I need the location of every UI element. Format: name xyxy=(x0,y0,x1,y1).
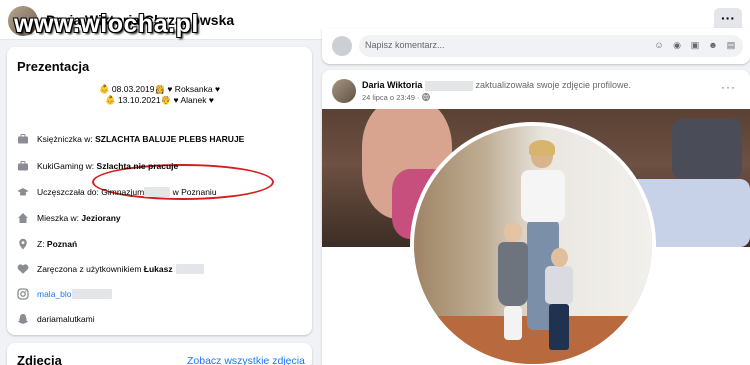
redacted-blur xyxy=(175,264,204,274)
instagram-icon xyxy=(17,288,29,300)
redacted-blur xyxy=(424,80,473,91)
comment-placeholder: Napisz komentarz... xyxy=(365,40,445,50)
post-time[interactable]: 24 lipca o 23:49 · xyxy=(362,93,420,102)
intro-item-prefix: Mieszka w: xyxy=(37,213,82,223)
intro-item-from: Z: Poznań xyxy=(17,237,77,251)
intro-item-education: Uczęszczała do: Gimnazjum w Poznaniu xyxy=(17,185,217,199)
redacted-blur xyxy=(144,187,171,197)
intro-item-prefix: Z: xyxy=(37,239,47,249)
location-pin-icon xyxy=(17,238,29,250)
intro-title: Prezentacja xyxy=(17,59,90,74)
photos-card: Zdjęcia Zobacz wszystkie zdjęcia xyxy=(7,343,312,365)
post-card: Daria Wiktoria zaktualizowała swoje zdję… xyxy=(322,70,750,365)
post-author-avatar[interactable] xyxy=(332,79,356,103)
post-timestamp: 24 lipca o 23:49 · xyxy=(362,93,430,102)
intro-item-prefix: KukiGaming w: xyxy=(37,161,97,171)
photo-person xyxy=(544,248,574,352)
home-icon xyxy=(17,212,29,224)
intro-item-prefix: Uczęszczała do: Gimnazjum xyxy=(37,187,145,197)
bio-line: 👶 08.03.2019👸 ♥ Roksanka ♥ xyxy=(98,84,221,94)
comment-bar: Napisz komentarz... ☺ ◉ ▣ ☻ ▤ xyxy=(322,28,750,64)
sticker-icon[interactable]: ☺ xyxy=(653,39,665,51)
graduation-cap-icon xyxy=(17,186,29,198)
site-watermark: www.wiocha.pl xyxy=(14,10,199,38)
post-action-text: zaktualizowała swoje zdjęcie profilowe. xyxy=(475,80,632,90)
commenter-avatar xyxy=(332,36,352,56)
intro-item-suffix: w Poznaniu xyxy=(170,187,217,197)
intro-item-snapchat: dariamalutkami xyxy=(17,312,95,326)
emoji-icon[interactable]: ☻ xyxy=(707,39,719,51)
photo-person xyxy=(496,222,530,342)
intro-item-instagram: mala_blo xyxy=(17,287,112,301)
snapchat-icon xyxy=(17,313,29,325)
intro-item-prefix: Zaręczona z użytkownikiem xyxy=(37,264,144,274)
briefcase-icon xyxy=(17,133,29,145)
post-header: Daria Wiktoria zaktualizowała swoje zdję… xyxy=(362,80,631,91)
intro-card: Prezentacja 👶 08.03.2019👸 ♥ Roksanka ♥ 👶… xyxy=(7,47,312,335)
comment-input[interactable]: Napisz komentarz... ☺ ◉ ▣ ☻ ▤ xyxy=(359,35,743,57)
intro-item-prefix: dariamalutkami xyxy=(37,314,95,324)
bio-line: 👶 13.10.2021🤴 ♥ Alanek ♥ xyxy=(105,95,214,105)
photos-title: Zdjęcia xyxy=(17,353,62,365)
intro-item-relationship: Zaręczona z użytkownikiem Łukasz xyxy=(17,262,204,276)
heart-icon xyxy=(17,263,29,275)
post-more-button[interactable]: ··· xyxy=(721,80,736,94)
see-all-photos-link[interactable]: Zobacz wszystkie zdjęcia xyxy=(187,355,305,365)
post-author-name[interactable]: Daria Wiktoria xyxy=(362,80,422,90)
profile-photo[interactable] xyxy=(410,122,656,365)
comment-tools: ☺ ◉ ▣ ☻ ▤ xyxy=(653,39,737,51)
camera-icon[interactable]: ◉ xyxy=(671,39,683,51)
intro-item-prefix: Księżniczka w: xyxy=(37,134,96,144)
intro-item-value[interactable]: Szlachta nie pracuje xyxy=(97,161,179,171)
instagram-link[interactable]: mala_blo xyxy=(37,289,72,299)
intro-item-lives-in: Mieszka w: Jeziorany xyxy=(17,211,121,225)
intro-item-work-1: Księżniczka w: SZLACHTA BALUJE PLEBS HAR… xyxy=(17,132,244,146)
intro-item-value[interactable]: Łukasz xyxy=(144,264,173,274)
intro-item-value[interactable]: SZLACHTA BALUJE PLEBS HARUJE xyxy=(95,134,244,144)
gif-icon[interactable]: ▣ xyxy=(689,39,701,51)
redacted-blur xyxy=(71,289,112,299)
intro-item-work-2: KukiGaming w: Szlachta nie pracuje xyxy=(17,159,178,173)
briefcase-icon xyxy=(17,160,29,172)
intro-item-value[interactable]: Jeziorany xyxy=(81,213,120,223)
intro-item-value[interactable]: Poznań xyxy=(47,239,77,249)
globe-icon xyxy=(421,93,430,102)
attach-icon[interactable]: ▤ xyxy=(725,39,737,51)
